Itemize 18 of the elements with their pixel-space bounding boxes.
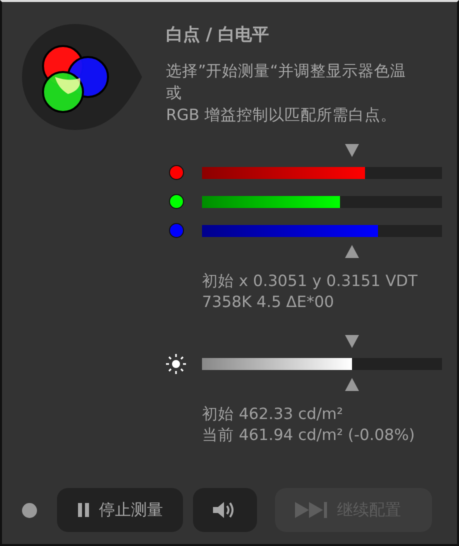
luminance-reading: 当前 461.94 cd/m² (-0.08%): [202, 425, 416, 446]
up-triangle-icon: [345, 378, 359, 391]
luminance-reading: 初始 462.33 cd/m²: [202, 404, 344, 425]
description-line: 选择”开始测量“并调整显示器色温: [166, 61, 408, 82]
chromaticity-reading: 初始 x 0.3051 y 0.3151 VDT: [202, 271, 418, 292]
down-triangle-icon: [345, 144, 359, 157]
pause-icon: [77, 503, 91, 517]
up-triangle-icon: [345, 245, 359, 258]
description-line: 或: [166, 83, 183, 104]
stop-button[interactable]: 停止测量: [57, 488, 183, 532]
skip-forward-icon: [295, 502, 329, 518]
status-dot-icon: [22, 502, 37, 518]
description-line: RGB 增益控制以匹配所需白点。: [166, 105, 398, 126]
section-title: 白点 / 白电平: [166, 24, 270, 47]
chromaticity-reading: 7358K 4.5 ΔE*00: [202, 292, 335, 313]
brightness-icon: [166, 354, 186, 374]
down-triangle-icon: [345, 335, 359, 348]
sound-button[interactable]: [193, 488, 257, 532]
